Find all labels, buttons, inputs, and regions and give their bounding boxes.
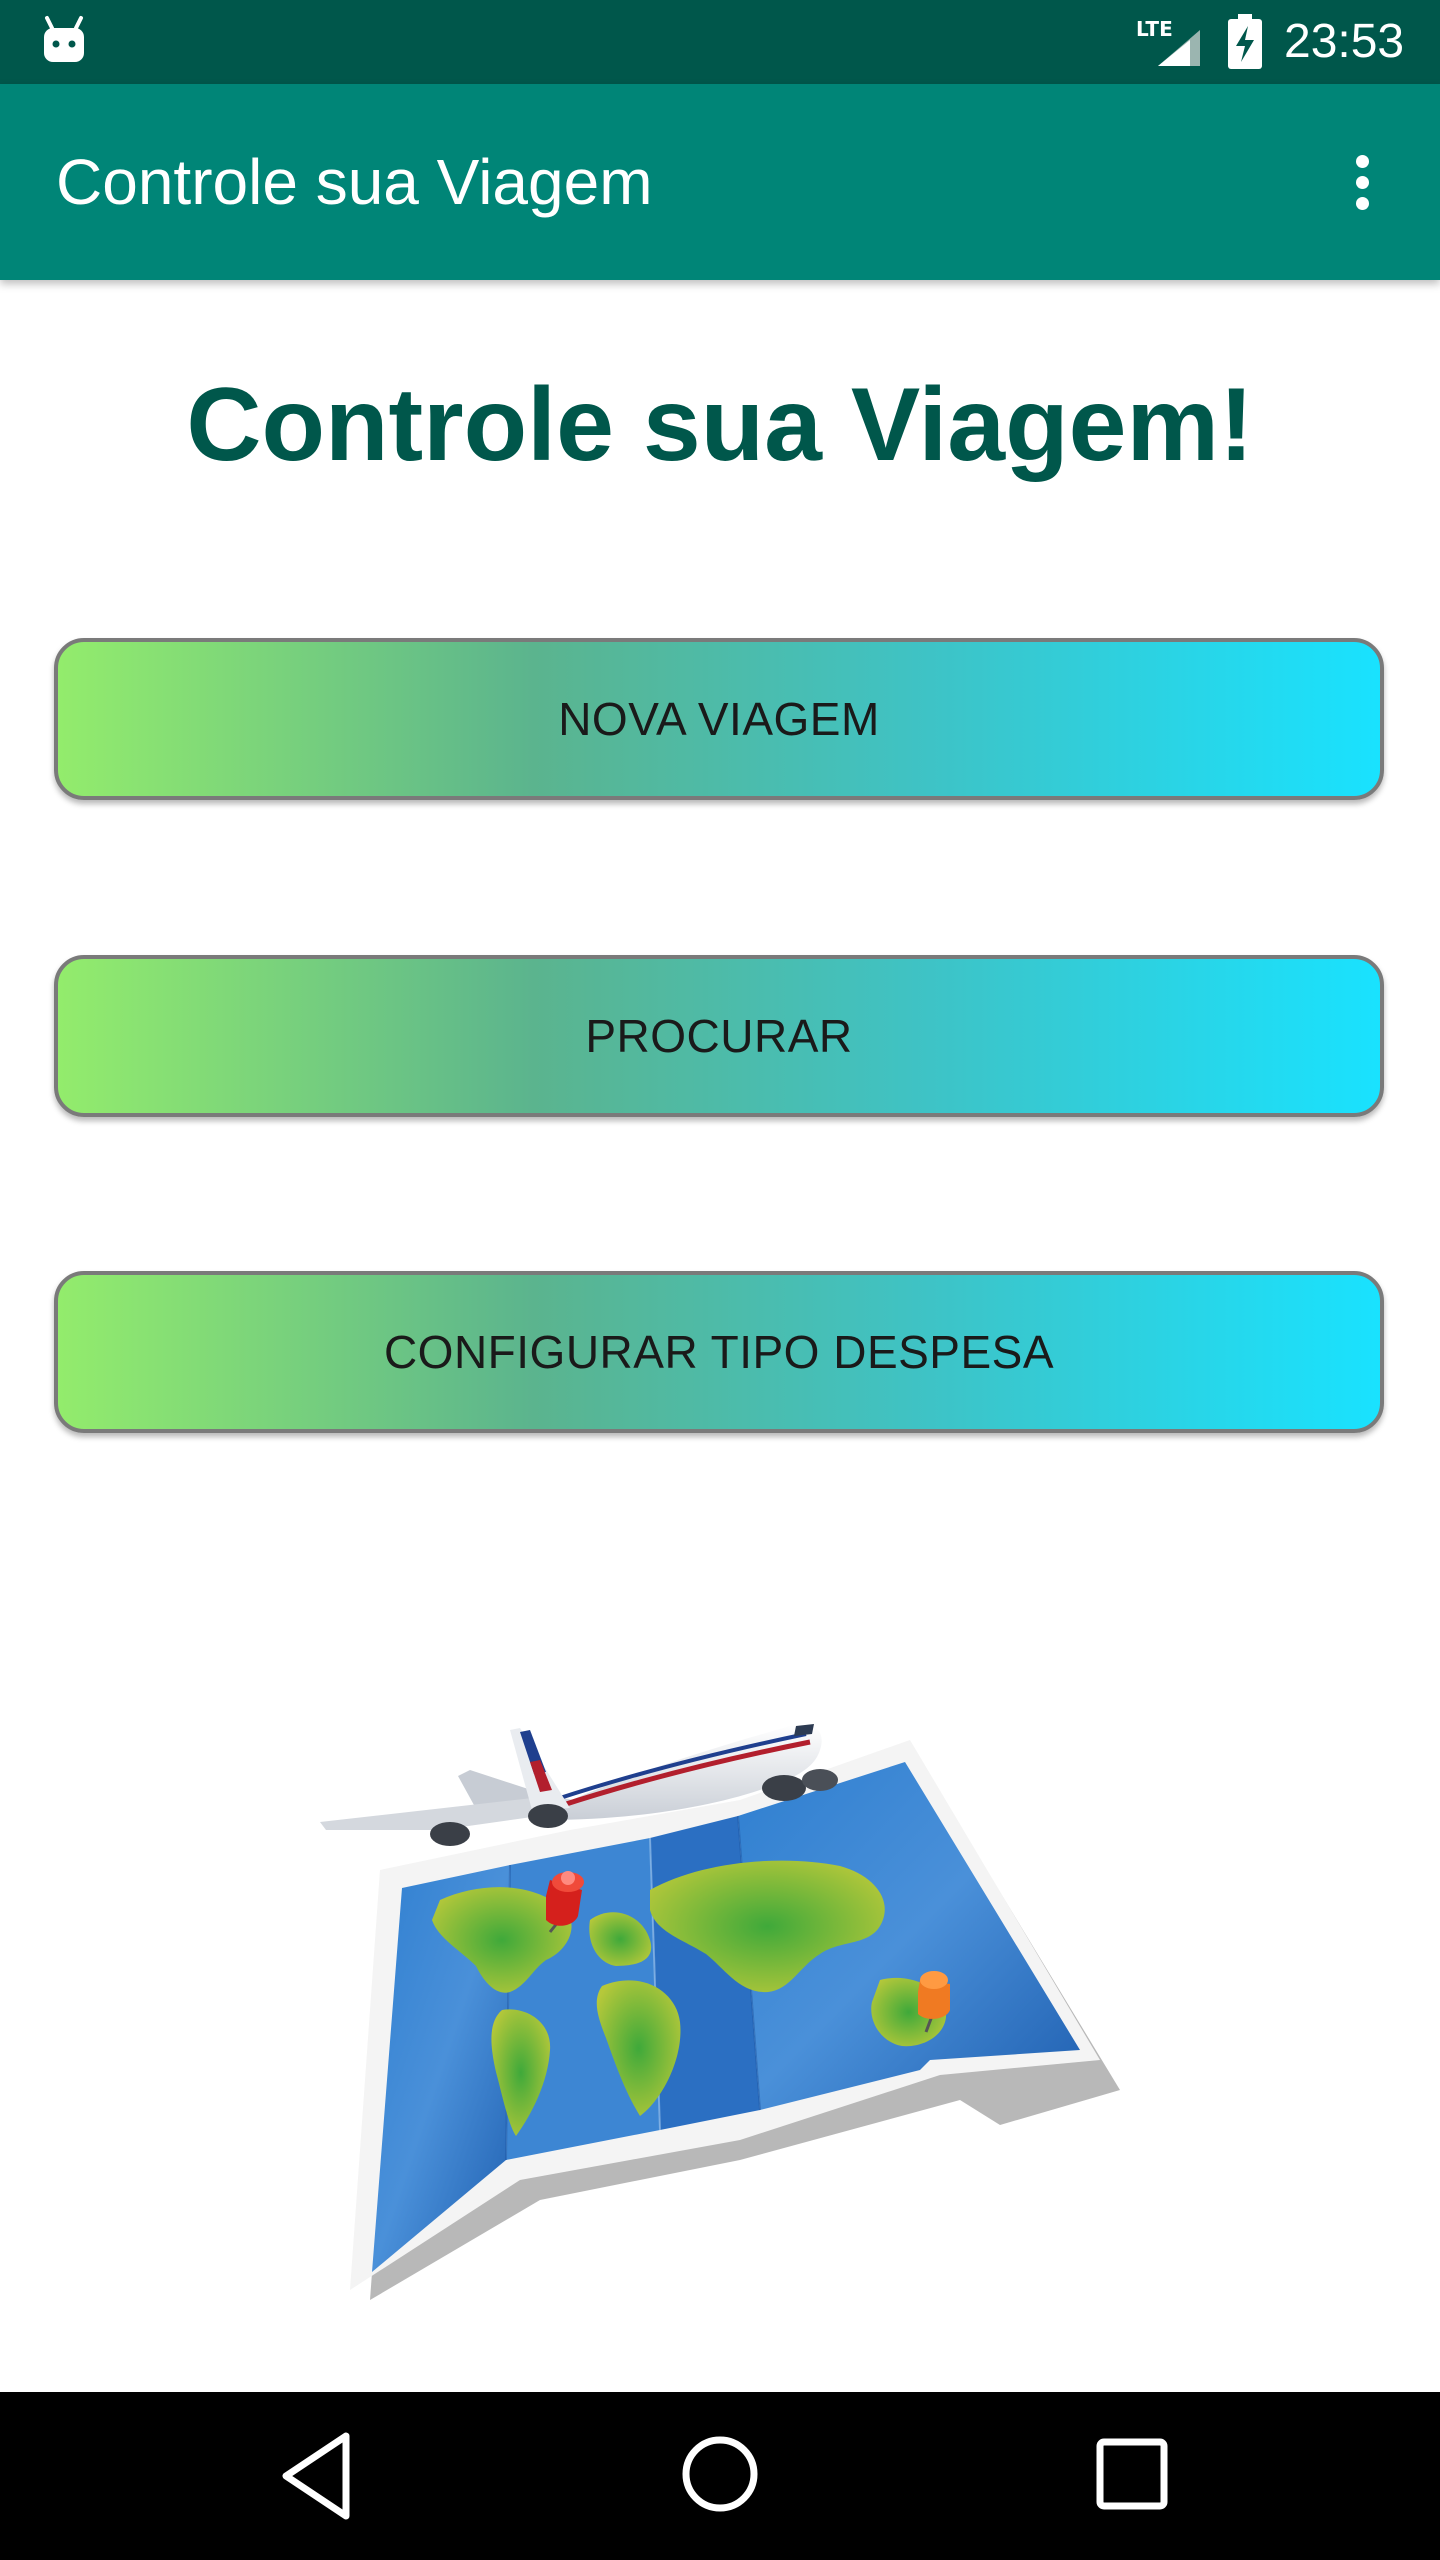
recents-icon[interactable] xyxy=(1094,2436,1170,2512)
home-icon[interactable] xyxy=(680,2434,760,2514)
configurar-tipo-despesa-button[interactable]: CONFIGURAR TIPO DESPESA xyxy=(54,1271,1384,1433)
app-bar-title: Controle sua Viagem xyxy=(56,146,653,218)
overflow-menu-icon[interactable] xyxy=(1330,142,1394,222)
back-icon[interactable] xyxy=(278,2428,354,2524)
status-time: 23:53 xyxy=(1284,15,1405,68)
page-heading: Controle sua Viagem! xyxy=(186,367,1254,483)
status-bar: LTE 23:53 xyxy=(0,0,1440,84)
battery-charging-icon xyxy=(1228,14,1262,69)
procurar-button[interactable]: PROCURAR xyxy=(54,955,1384,1117)
android-notification-icon xyxy=(44,16,84,62)
airplane-over-world-map-icon xyxy=(320,1724,1120,2300)
lte-signal-icon: LTE xyxy=(1136,17,1200,66)
nova-viagem-button[interactable]: NOVA VIAGEM xyxy=(54,638,1384,800)
app-bar: Controle sua Viagem xyxy=(0,84,1440,280)
navigation-bar xyxy=(0,2392,1440,2560)
svg-text:LTE: LTE xyxy=(1136,17,1173,41)
